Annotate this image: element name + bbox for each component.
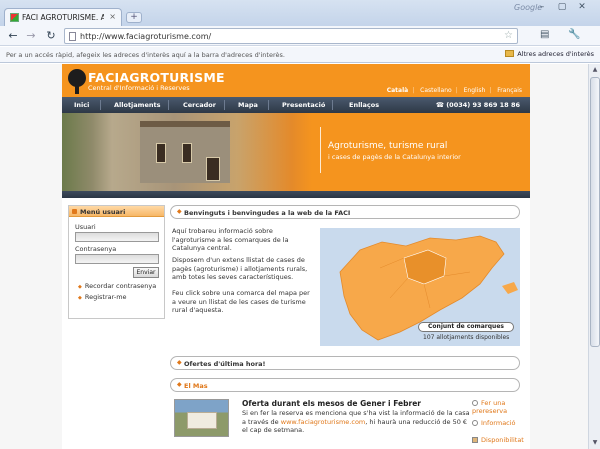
- welcome-title: Benvinguts i benvingudes a la web de la …: [184, 209, 351, 217]
- banner-subtitle: i cases de pagès de la Catalunya interio…: [328, 153, 461, 161]
- info-label: Informació: [481, 419, 516, 427]
- bookmarks-bar: Per a un accés ràpid, afegeix les adrece…: [0, 47, 600, 63]
- minimize-icon[interactable]: –: [532, 2, 552, 14]
- offers-section-bar: ◆ Ofertes d'última hora!: [170, 356, 520, 370]
- offer-title: Oferta durant els mesos de Gener i Febre…: [242, 399, 421, 408]
- url-input[interactable]: [80, 30, 480, 42]
- main-menu: Inici Allotjaments Cercador Mapa Present…: [62, 97, 530, 113]
- password-label: Contrasenya: [75, 245, 117, 253]
- logo-name[interactable]: FACIAGROTURISME: [88, 70, 225, 85]
- menu-enllacos[interactable]: Enllaços: [349, 101, 379, 109]
- intro-paragraph-3: Feu click sobre una comarca del mapa per…: [172, 289, 310, 314]
- menu-allotjaments[interactable]: Allotjaments: [114, 101, 160, 109]
- availability-label: Disponibilitat: [481, 436, 524, 444]
- scroll-thumb[interactable]: [590, 77, 600, 347]
- user-menu-title: Menú usuari: [80, 208, 126, 216]
- site-header: FACIAGROTURISME Central d'Informació i R…: [62, 64, 530, 97]
- accommodation-count: 107 allotjaments disponibles: [423, 334, 510, 341]
- browser-titlebar: FACI AGROTURISME. Agro × + Google –▢✕: [0, 0, 600, 26]
- phone-number: ☎ (0034) 93 869 18 86: [435, 101, 520, 109]
- arrow-circle-icon: [472, 400, 478, 406]
- hero-banner: Agroturisme, turisme rural i cases de pa…: [62, 113, 530, 191]
- close-window-icon[interactable]: ✕: [572, 2, 592, 14]
- site-container: FACIAGROTURISME Central d'Informació i R…: [62, 64, 530, 449]
- bullet-icon: ◆: [78, 295, 82, 301]
- menu-inici[interactable]: Inici: [74, 101, 89, 109]
- other-bookmarks[interactable]: Altres adreces d'interès: [505, 50, 594, 58]
- register-label: Registrar-me: [84, 293, 127, 301]
- tree-logo-icon: [68, 69, 86, 95]
- page-menu-icon[interactable]: ▤: [540, 29, 549, 40]
- info-icon: [472, 420, 478, 426]
- lang-francais[interactable]: Français: [497, 87, 522, 94]
- divider-strip: [62, 191, 530, 198]
- address-bar[interactable]: ☆: [64, 28, 518, 44]
- bullet-icon: ◆: [177, 208, 182, 215]
- map-region-balearic: [502, 282, 518, 294]
- window-controls: – ▢ ✕: [532, 2, 596, 16]
- offers-title: Ofertes d'última hora!: [184, 360, 266, 368]
- forward-icon[interactable]: →: [24, 29, 38, 43]
- bullet-icon: ◆: [78, 284, 82, 290]
- intro-paragraph-1: Aquí trobareu informació sobre l'agrotur…: [172, 227, 289, 252]
- calendar-icon: [472, 437, 478, 443]
- send-button[interactable]: Enviar: [133, 267, 159, 278]
- new-tab-button[interactable]: +: [126, 12, 142, 23]
- lang-catala[interactable]: Català: [387, 87, 408, 94]
- page-viewport: FACIAGROTURISME Central d'Informació i R…: [0, 64, 600, 449]
- browser-tab[interactable]: FACI AGROTURISME. Agro ×: [4, 8, 122, 26]
- house-thumbnail[interactable]: [174, 399, 229, 437]
- tab-close-icon[interactable]: ×: [109, 12, 116, 21]
- vertical-scrollbar[interactable]: ▲ ▼: [588, 64, 600, 449]
- scroll-down-icon[interactable]: ▼: [590, 438, 600, 448]
- farmhouse-photo: [62, 113, 312, 191]
- wrench-icon[interactable]: 🔧: [568, 29, 580, 40]
- scroll-up-icon[interactable]: ▲: [590, 65, 600, 75]
- menu-cercador[interactable]: Cercador: [183, 101, 216, 109]
- info-link[interactable]: Informació: [472, 419, 516, 427]
- lang-english[interactable]: English: [464, 87, 486, 94]
- banner-title: Agroturisme, turisme rural: [328, 141, 448, 151]
- folder-icon: [505, 50, 515, 57]
- bullet-icon: ◆: [177, 359, 182, 366]
- favicon-icon: [10, 13, 19, 22]
- back-icon[interactable]: ←: [6, 29, 20, 43]
- bookmark-hint: Per a un accés ràpid, afegeix les adrece…: [6, 51, 285, 59]
- all-regions-button[interactable]: Conjunt de comarques: [418, 322, 514, 332]
- logo-subtitle: Central d'Informació i Reserves: [88, 84, 190, 92]
- offer-link[interactable]: www.faciagroturisme.com: [281, 418, 366, 426]
- offer-text: Si en fer la reserva es menciona que s'h…: [242, 409, 472, 435]
- bullet-icon: [72, 209, 77, 214]
- user-input[interactable]: [75, 232, 159, 242]
- place-title[interactable]: El Mas: [184, 382, 208, 390]
- user-menu-header: Menú usuari: [69, 206, 164, 217]
- browser-toolbar: ← → ↻ ☆ ▤ 🔧: [0, 26, 600, 46]
- reload-icon[interactable]: ↻: [44, 29, 58, 43]
- language-selector: Català | Castellano | English | Français: [386, 87, 522, 94]
- register-link[interactable]: ◆ Registrar-me: [78, 293, 127, 301]
- tab-title: FACI AGROTURISME. Agro: [22, 13, 104, 22]
- prereserve-link[interactable]: Fer una prereserva: [472, 399, 530, 415]
- other-bookmarks-label: Altres adreces d'interès: [517, 50, 594, 58]
- lang-castellano[interactable]: Castellano: [420, 87, 452, 94]
- maximize-icon[interactable]: ▢: [552, 2, 572, 14]
- availability-link[interactable]: Disponibilitat: [472, 436, 524, 444]
- remember-password-link[interactable]: ◆ Recordar contrasenya: [78, 282, 156, 290]
- menu-mapa[interactable]: Mapa: [238, 101, 258, 109]
- welcome-section-bar: ◆ Benvinguts i benvingudes a la web de l…: [170, 205, 520, 219]
- page-icon: [69, 32, 76, 41]
- user-menu-box: Menú usuari Usuari Contrasenya Enviar ◆ R…: [68, 205, 165, 319]
- remember-label: Recordar contrasenya: [84, 282, 157, 290]
- bullet-icon: ◆: [177, 381, 182, 388]
- intro-paragraph-2: Disposem d'un extens llistat de cases de…: [172, 256, 308, 281]
- user-label: Usuari: [75, 223, 96, 231]
- password-input[interactable]: [75, 254, 159, 264]
- star-icon[interactable]: ☆: [504, 30, 513, 41]
- place-section-bar[interactable]: ◆ El Mas: [170, 378, 520, 392]
- menu-presentacio[interactable]: Presentació: [282, 101, 325, 109]
